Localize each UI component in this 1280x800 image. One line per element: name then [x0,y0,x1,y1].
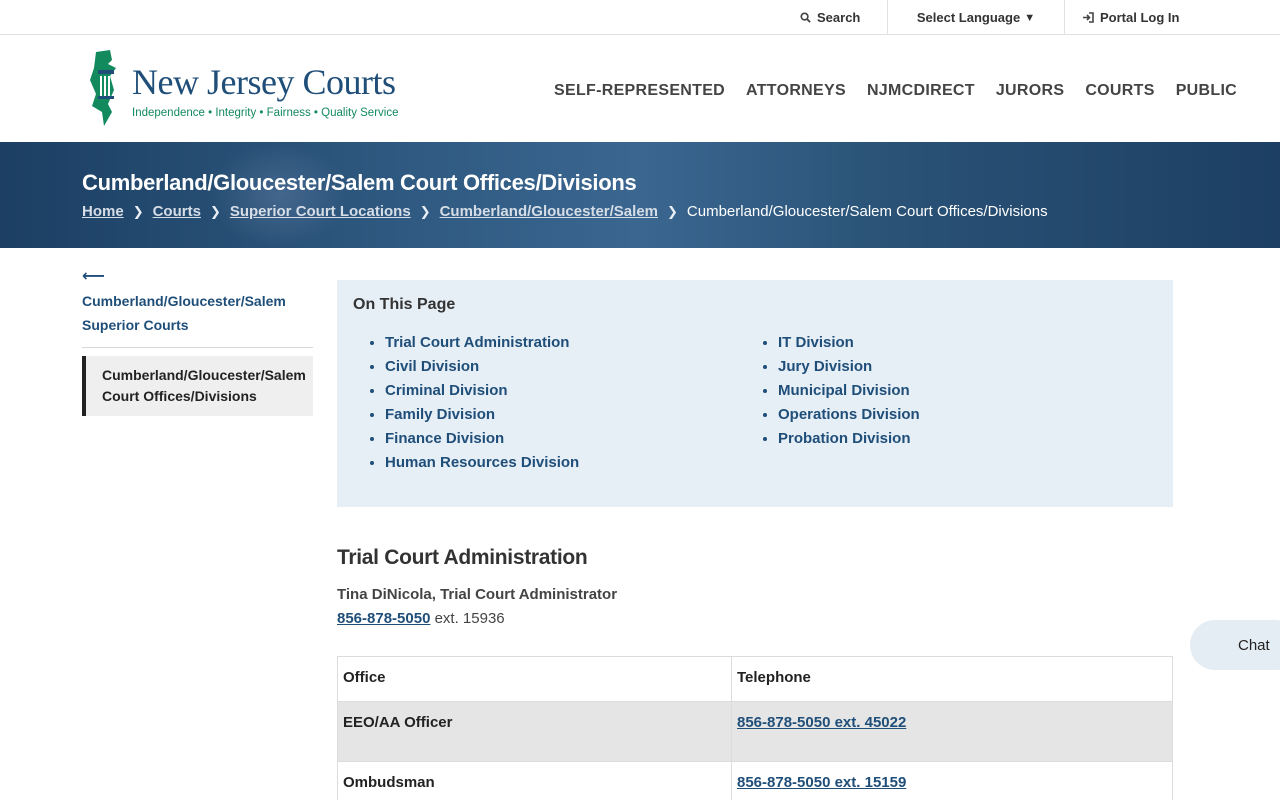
nav-item-jurors[interactable]: JURORS [996,82,1064,100]
anchor-probation-division[interactable]: Probation Division [778,427,920,451]
search-label: Search [817,10,861,25]
caret-down-icon: ▼ [1024,11,1036,24]
table-cell-phone: 856-878-5050 ext. 45022 [731,701,1173,762]
breadcrumb-cumberland[interactable]: Cumberland/Gloucester/Salem [440,203,658,220]
nav-item-self-represented[interactable]: SELF-REPRESENTED [554,82,725,100]
logo-tagline: Independence • Integrity • Fairness • Qu… [132,107,399,119]
sidebar-item-active[interactable]: Cumberland/Gloucester/Salem Court Office… [82,356,313,416]
sidebar-back-line2: Superior Courts [82,317,189,333]
chevron-right-icon: ❯ [209,203,221,219]
table-header-row: Office Telephone [337,656,1173,702]
anchor-civil-division[interactable]: Civil Division [385,355,579,379]
site-header: New Jersey Courts Independence • Integri… [0,36,1280,142]
arrow-left-icon: ⟵ [82,268,105,285]
nj-seal-icon [90,50,116,126]
sidebar-active-line1: Cumberland/Gloucester/Salem [102,367,306,383]
column-header-office: Office [337,656,732,702]
search-button[interactable]: Search [800,0,886,35]
table-row: Ombudsman 856-878-5050 ext. 15159 [337,761,1173,800]
column-header-telephone: Telephone [731,656,1173,702]
administrator-name: Tina DiNicola, Trial Court Administrator [337,586,618,603]
utility-bar: Search Select Language ▼ Portal Log In [0,0,1280,35]
phone-link[interactable]: 856-878-5050 ext. 15159 [737,774,906,791]
anchor-finance-division[interactable]: Finance Division [385,427,579,451]
on-this-page-list-left: Trial Court Administration Civil Divisio… [369,331,579,475]
chat-button[interactable]: Chat [1190,620,1280,670]
nav-item-public[interactable]: PUBLIC [1176,82,1237,100]
nav-item-njmcdirect[interactable]: NJMCDIRECT [867,82,975,100]
anchor-criminal-division[interactable]: Criminal Division [385,379,579,403]
anchor-municipal-division[interactable]: Municipal Division [778,379,920,403]
chevron-right-icon: ❯ [419,203,431,219]
phone-link[interactable]: 856-878-5050 ext. 45022 [737,714,906,731]
nav-item-attorneys[interactable]: ATTORNEYS [746,82,846,100]
administrator-ext: ext. 15936 [430,610,505,627]
anchor-it-division[interactable]: IT Division [778,331,920,355]
page-title: Cumberland/Gloucester/Salem Court Office… [82,170,637,195]
section-heading-trial-court: Trial Court Administration [337,546,588,569]
breadcrumb-courts[interactable]: Courts [153,203,201,220]
language-label: Select Language [916,10,1021,25]
on-this-page: On This Page Trial Court Administration … [337,280,1173,507]
sidebar: ⟵ Cumberland/Gloucester/Salem Superior Co… [82,264,313,416]
site-logo[interactable]: New Jersey Courts Independence • Integri… [88,48,399,128]
sidebar-back-line1: Cumberland/Gloucester/Salem [82,293,286,309]
table-cell-office: EEO/AA Officer [337,701,732,762]
on-this-page-list-right: IT Division Jury Division Municipal Divi… [762,331,920,451]
breadcrumb-current: Cumberland/Gloucester/Salem Court Office… [686,203,1048,220]
portal-login-link[interactable]: Portal Log In [1066,0,1206,35]
anchor-jury-division[interactable]: Jury Division [778,355,920,379]
table-row: EEO/AA Officer 856-878-5050 ext. 45022 [337,701,1173,762]
anchor-trial-court-administration[interactable]: Trial Court Administration [385,331,579,355]
on-this-page-heading: On This Page [353,296,456,313]
table-cell-office: Ombudsman [337,761,732,800]
chat-label: Chat [1238,636,1270,654]
anchor-family-division[interactable]: Family Division [385,403,579,427]
portal-label: Portal Log In [1100,10,1180,25]
chevron-right-icon: ❯ [132,203,144,219]
chevron-right-icon: ❯ [667,203,678,219]
search-icon [800,12,811,23]
table-cell-phone: 856-878-5050 ext. 15159 [731,761,1173,800]
language-select[interactable]: Select Language ▼ [887,0,1065,35]
anchor-human-resources-division[interactable]: Human Resources Division [385,451,579,475]
contacts-table: Office Telephone EEO/AA Officer 856-878-… [337,656,1173,800]
sidebar-back-link[interactable]: ⟵ Cumberland/Gloucester/Salem Superior Co… [82,264,313,348]
main-nav: SELF-REPRESENTED ATTORNEYS NJMCDIRECT JU… [554,82,1237,100]
anchor-operations-division[interactable]: Operations Division [778,403,920,427]
sign-in-icon [1082,12,1094,23]
administrator-phone-link[interactable]: 856-878-5050 [337,610,430,627]
breadcrumb-superior-court-locations[interactable]: Superior Court Locations [230,203,411,220]
sidebar-active-line2: Court Offices/Divisions [102,388,257,404]
breadcrumb-home[interactable]: Home [82,203,124,220]
breadcrumb: Home ❯ Courts ❯ Superior Court Locations… [82,203,1048,220]
nav-item-courts[interactable]: COURTS [1085,82,1154,100]
page-banner: Cumberland/Gloucester/Salem Court Office… [0,142,1280,248]
logo-title: New Jersey Courts [132,62,396,102]
administrator-contact: 856-878-5050 ext. 15936 [337,610,505,627]
